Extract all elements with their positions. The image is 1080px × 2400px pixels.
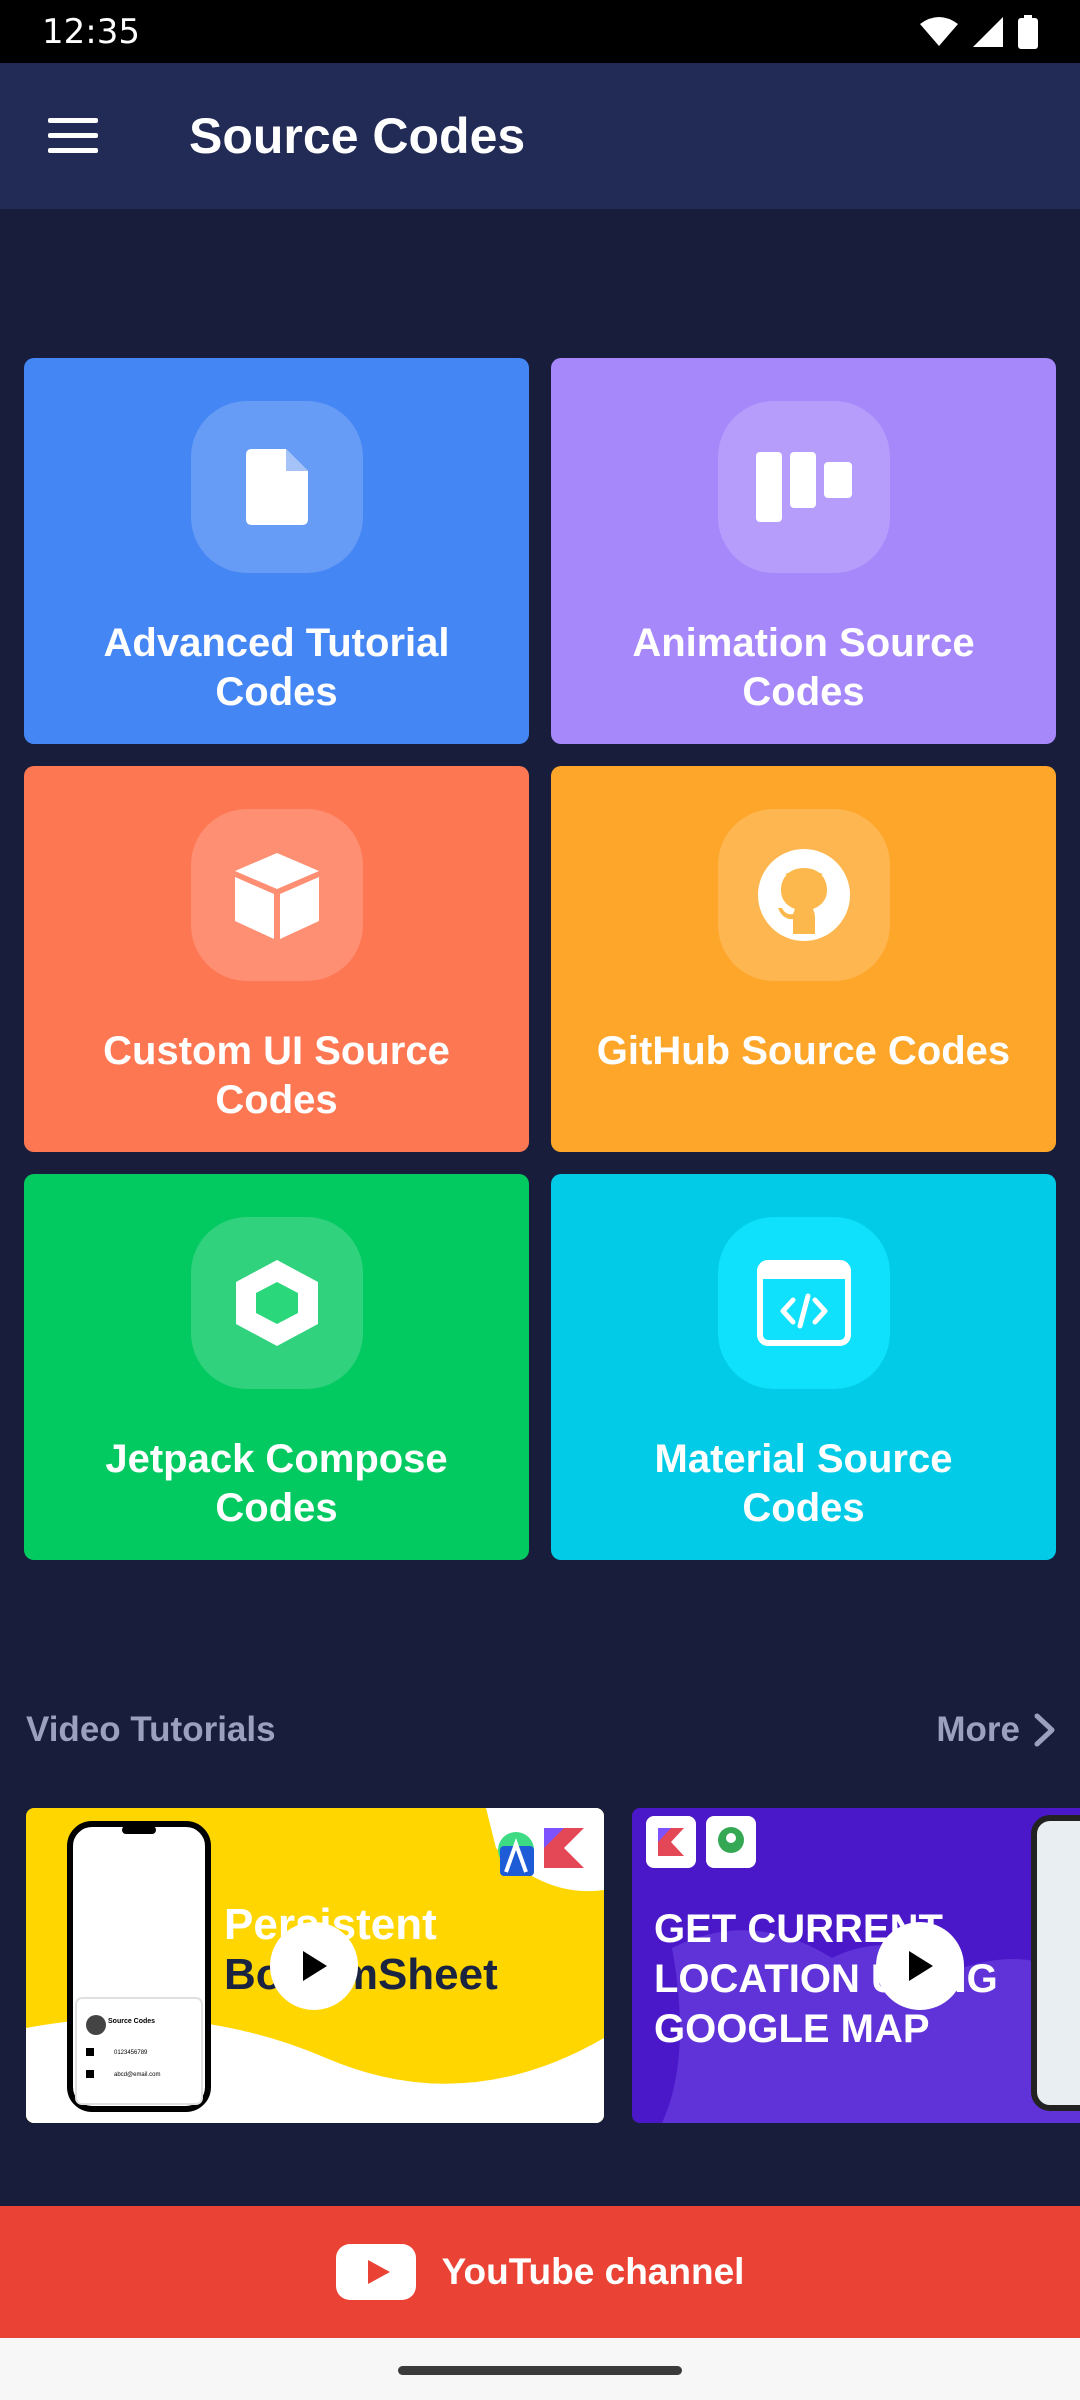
video-card-google-map-location[interactable]: GET CURRENT LOCATION USING GOOGLE MAP (632, 1808, 1080, 2123)
play-button[interactable] (876, 1922, 964, 2010)
video-tutorials-header: Video Tutorials More (26, 1710, 1056, 1750)
play-button[interactable] (270, 1922, 358, 2010)
status-bar: 12:35 (0, 0, 1080, 63)
status-time: 12:35 (42, 11, 140, 52)
tile-label: Animation Source Codes (632, 621, 975, 714)
battery-icon (1018, 14, 1038, 49)
tile-icon-container (717, 401, 890, 573)
tile-icon-container (717, 1217, 890, 1389)
tile-label: Jetpack Compose Codes (105, 1437, 448, 1530)
tile-github-source-codes[interactable]: GitHub Source Codes (551, 766, 1056, 1152)
play-icon (909, 1951, 933, 1981)
video-title-line2: BottomSheet (224, 1950, 498, 1999)
tile-icon-container (190, 1217, 363, 1389)
signal-icon (973, 16, 1003, 47)
page-title: Source Codes (189, 108, 526, 164)
tile-icon-container (717, 809, 890, 981)
phone-contact-number: 0123456789 (114, 2050, 148, 2056)
phone-contact-name: Source Codes (108, 2018, 156, 2025)
hexagon-icon (235, 1260, 318, 1346)
maps-logo (706, 1816, 756, 1868)
phone-contact-email: abcd@email.com (114, 2072, 161, 2078)
tile-label: Material Source Codes (654, 1437, 953, 1530)
video-card-persistent-bottomsheet[interactable]: Source Codes 0123456789 abcd@email.com P… (26, 1808, 604, 2123)
status-icons (920, 14, 1038, 49)
play-icon (303, 1951, 327, 1981)
youtube-icon (335, 2244, 416, 2300)
tile-label: Custom UI Source Codes (103, 1029, 450, 1122)
tile-label: Advanced Tutorial Codes (103, 621, 450, 714)
home-gesture-handle[interactable] (398, 2366, 682, 2375)
android-studio-logo (498, 1832, 534, 1876)
kanban-icon (755, 452, 852, 522)
category-grid: Advanced Tutorial Codes Animation Source… (24, 358, 1056, 1560)
chevron-right-icon (1034, 1713, 1055, 1747)
app-bar: Source Codes (0, 63, 1080, 209)
tile-icon-container (190, 809, 363, 981)
youtube-label: YouTube channel (441, 2251, 745, 2292)
more-button[interactable]: More (936, 1710, 1056, 1750)
kotlin-logo (646, 1816, 696, 1868)
menu-button[interactable] (23, 86, 123, 186)
more-label: More (936, 1710, 1020, 1749)
tile-label: GitHub Source Codes (596, 1029, 1011, 1073)
tile-jetpack-compose-codes[interactable]: Jetpack Compose Codes (24, 1174, 529, 1560)
cube-icon (234, 853, 319, 939)
video-title: GET CURRENT LOCATION USING GOOGLE MAP (654, 1907, 998, 2051)
video-carousel[interactable]: Source Codes 0123456789 abcd@email.com P… (26, 1808, 1080, 2123)
youtube-channel-button[interactable]: YouTube channel (0, 2206, 1080, 2338)
wifi-icon (920, 16, 958, 46)
hamburger-menu-icon (48, 118, 98, 153)
tile-icon-container (190, 401, 363, 573)
section-title: Video Tutorials (26, 1710, 276, 1749)
tile-custom-ui-source-codes[interactable]: Custom UI Source Codes (24, 766, 529, 1152)
code-window-icon (756, 1260, 851, 1346)
github-icon (757, 849, 850, 941)
navigation-bar (0, 2338, 1080, 2400)
tile-material-source-codes[interactable]: Material Source Codes (551, 1174, 1056, 1560)
tile-advanced-tutorial-codes[interactable]: Advanced Tutorial Codes (24, 358, 529, 744)
tile-animation-source-codes[interactable]: Animation Source Codes (551, 358, 1056, 744)
file-icon (245, 449, 308, 525)
